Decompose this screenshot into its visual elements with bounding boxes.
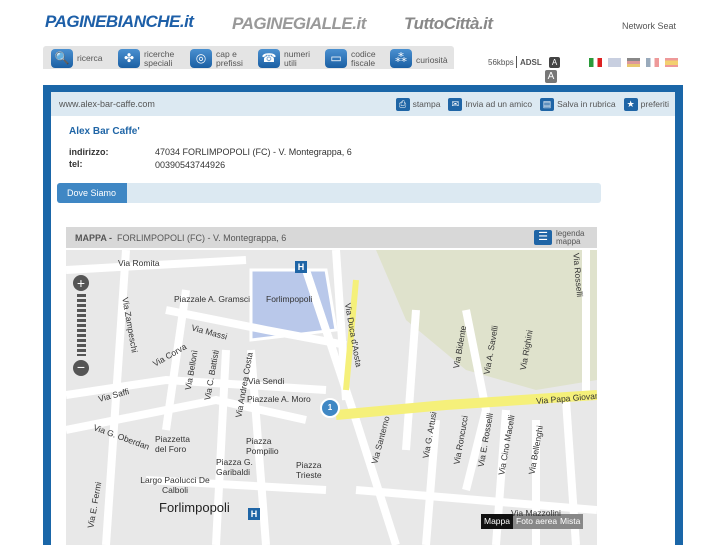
phone-icon: ☎ [258, 49, 280, 68]
flag-spanish[interactable] [665, 58, 678, 67]
send-friend-button[interactable]: ✉ Invia ad un amico [448, 97, 532, 111]
map-label: Via Mazzolini [511, 508, 561, 518]
map-label: Piazza G. Garibaldi [216, 457, 253, 477]
mail-icon: ✉ [448, 97, 463, 111]
text-size-small[interactable]: A [549, 57, 560, 68]
map-header: MAPPA - FORLIMPOPOLI (FC) - V. Montegrap… [66, 227, 597, 248]
star-icon: ★ [623, 97, 638, 111]
flag-french[interactable] [646, 58, 659, 67]
zoom-in-button[interactable]: + [73, 275, 89, 291]
nav-codice-fiscale[interactable]: ▭ codice fiscale [325, 49, 379, 68]
card-icon: ▭ [325, 49, 347, 68]
map-label: Piazzale A. Gramsci [174, 294, 251, 304]
legend-icon[interactable]: ☰ [534, 230, 552, 245]
map-label: Via Romita [118, 258, 160, 268]
network-seat-link[interactable]: Network Seat [622, 21, 676, 31]
nav-numeri-utili[interactable]: ☎ numeri utili [258, 49, 312, 68]
location-marker[interactable]: 1 [320, 398, 340, 418]
hospital-icon: H [248, 508, 260, 520]
nav-ricerca[interactable]: 🔍 ricerca [51, 49, 103, 68]
zoom-out-button[interactable]: − [73, 360, 89, 376]
globe-icon: ◎ [190, 49, 212, 68]
nav-ricerche-speciali[interactable]: ✤ ricerche speciali [118, 49, 178, 68]
address-label: indirizzo: [69, 147, 109, 157]
legend-link[interactable]: legenda mappa [556, 230, 586, 246]
map-mode-mappa[interactable]: Mappa [481, 514, 513, 529]
language-flags [589, 58, 684, 69]
map-label: Piazza Pompilio [246, 436, 279, 456]
map-label: Piazzetta del Foro [155, 434, 190, 454]
map-label: Largo Paolucci De Calboli [140, 475, 210, 495]
map-label: Piazza Trieste [296, 460, 322, 480]
map[interactable]: + − H H 1 Mappa Foto aerea Mista Via Rom… [66, 250, 597, 545]
business-name: Alex Bar Caffe' [69, 126, 140, 137]
tab-dove-siamo[interactable]: Dove Siamo [57, 183, 127, 203]
toolbar: www.alex-bar-caffe.com ⎙ stampa ✉ Invia ad… [51, 92, 675, 116]
save-contacts-button[interactable]: ▤ Salva in rubrica [540, 97, 616, 111]
tel-label: tel: [69, 159, 83, 169]
map-label-city: Forlimpopoli [159, 500, 230, 515]
address-value: 47034 FORLIMPOPOLI (FC) - V. Montegrappa… [155, 147, 352, 157]
flag-english[interactable] [608, 58, 621, 67]
favorites-button[interactable]: ★ preferiti [623, 97, 669, 111]
main-nav: 🔍 ricerca ✤ ricerche speciali ◎ cap e prefi… [43, 46, 454, 69]
zoom-slider[interactable] [77, 294, 86, 356]
curiosity-icon: ⁂ [390, 49, 412, 68]
nav-curiosita[interactable]: ⁂ curiosità [390, 49, 448, 68]
tab-bar: Dove Siamo [57, 183, 601, 203]
flag-italian[interactable] [589, 58, 602, 67]
map-label: Piazzale A. Moro [247, 394, 311, 404]
nav-cap-prefissi[interactable]: ◎ cap e prefissi [190, 49, 246, 68]
flag-german[interactable] [627, 58, 640, 67]
paginegialle-logo[interactable]: PAGINEGIALLE.it [232, 14, 366, 34]
map-label: Via Sendi [248, 376, 285, 386]
print-icon: ⎙ [395, 97, 410, 111]
tel-value: 00390543744926 [155, 160, 226, 170]
speed-high-link[interactable]: ADSL [520, 58, 542, 67]
text-size-large[interactable]: A [545, 70, 557, 83]
website-link[interactable]: www.alex-bar-caffe.com [59, 99, 155, 109]
folder-icon: ▤ [540, 97, 555, 111]
print-button[interactable]: ⎙ stampa [395, 97, 440, 111]
hospital-icon: H [295, 261, 307, 273]
tuttocitta-logo[interactable]: TuttoCittà.it [404, 14, 493, 34]
search-icon: 🔍 [51, 49, 73, 68]
speed-low-link[interactable]: 56kbps [488, 58, 514, 67]
paginebianche-logo[interactable]: PAGINEBIANCHE.it [45, 12, 194, 32]
map-label: Forlimpopoli [266, 294, 313, 304]
clover-icon: ✤ [118, 49, 140, 68]
